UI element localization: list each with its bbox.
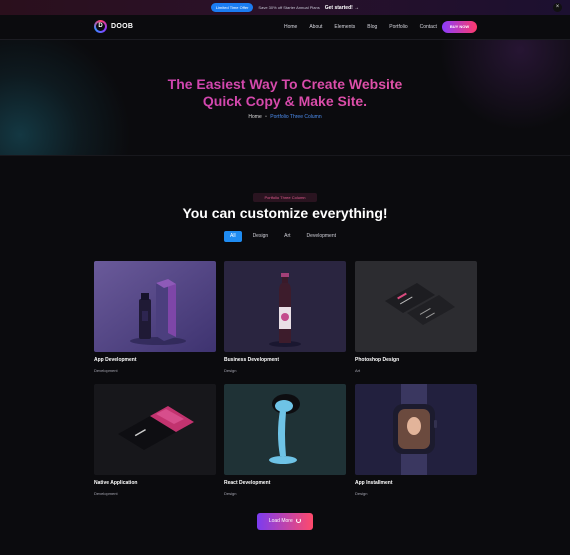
card-title[interactable]: App Development	[94, 357, 137, 363]
smartwatch-image[interactable]	[355, 384, 477, 475]
site-header: D DOOB Home About Elements Blog Portfoli…	[0, 15, 570, 40]
nav-item-portfolio[interactable]: Portfolio	[389, 24, 407, 30]
load-more-button[interactable]: Load More	[257, 513, 313, 530]
card-category: Design	[224, 491, 237, 496]
card-category: Development	[94, 368, 118, 373]
logo[interactable]: D DOOB	[94, 20, 133, 33]
offer-badge: Limited Time Offer	[210, 3, 254, 12]
hero-title-line-2: Quick Copy & Make Site.	[202, 93, 368, 109]
purple-box-bottle-image[interactable]	[94, 261, 216, 352]
portfolio-card[interactable]: Photoshop Design Art	[355, 261, 477, 373]
get-started-link[interactable]: Get started! →	[325, 5, 359, 11]
nav-item-elements[interactable]: Elements	[334, 24, 355, 30]
buy-now-button[interactable]: BUY NOW	[442, 21, 477, 33]
portfolio-card[interactable]: Native Application Development	[94, 384, 216, 496]
breadcrumb-home[interactable]: Home	[248, 114, 261, 120]
filter-all[interactable]: All	[224, 231, 242, 242]
load-more-label: Load More	[268, 518, 293, 524]
main-nav: Home About Elements Blog Portfolio Conta…	[284, 24, 437, 30]
filter-development[interactable]: Development	[302, 231, 341, 242]
filter-art[interactable]: Art	[279, 231, 295, 242]
spinner-icon	[296, 518, 302, 524]
hero-title: The Easiest Way To Create Website Quick …	[0, 76, 570, 110]
nav-item-blog[interactable]: Blog	[367, 24, 377, 30]
logo-mark-icon: D	[94, 20, 107, 33]
offer-text: Save 30% off Starter Annual Plans	[258, 5, 320, 10]
breadcrumb-separator: •	[265, 114, 267, 120]
close-icon[interactable]: ×	[553, 3, 562, 12]
section-title: You can customize everything!	[182, 205, 388, 221]
nav-item-contact[interactable]: Contact	[420, 24, 437, 30]
portfolio-card[interactable]: App Installment Design	[355, 384, 477, 496]
portfolio-card[interactable]: Business Development Design	[224, 261, 346, 373]
card-category: Art	[355, 368, 361, 373]
card-title[interactable]: App Installment	[355, 480, 393, 486]
tilted-phone-image[interactable]	[94, 384, 216, 475]
business-card-image[interactable]	[355, 261, 477, 352]
logo-text: DOOB	[111, 23, 134, 30]
portfolio-card[interactable]: App Development Development	[94, 261, 216, 373]
nav-item-home[interactable]: Home	[284, 24, 297, 30]
card-category: Design	[224, 368, 237, 373]
card-title[interactable]: Photoshop Design	[355, 357, 399, 363]
card-category: Design	[355, 491, 368, 496]
paint-can-pour-image[interactable]	[224, 384, 346, 475]
nav-item-about[interactable]: About	[309, 24, 322, 30]
card-category: Development	[94, 491, 118, 496]
hero-section: The Easiest Way To Create Website Quick …	[0, 40, 570, 156]
portfolio-filters: All Design Art Development	[224, 231, 341, 242]
hero-title-line-1: The Easiest Way To Create Website	[167, 76, 403, 92]
card-title[interactable]: React Development	[224, 480, 270, 486]
card-title[interactable]: Business Development	[224, 357, 279, 363]
breadcrumb-current: Portfolio Three Column	[270, 114, 322, 120]
portfolio-card[interactable]: React Development Design	[224, 384, 346, 496]
section-tag: Portfolio Three Column	[253, 193, 317, 202]
breadcrumb: Home • Portfolio Three Column	[0, 114, 570, 120]
filter-design[interactable]: Design	[248, 231, 274, 242]
announcement-bar: Limited Time Offer Save 30% off Starter …	[0, 0, 570, 15]
card-title[interactable]: Native Application	[94, 480, 137, 486]
wine-bottle-image[interactable]	[224, 261, 346, 352]
